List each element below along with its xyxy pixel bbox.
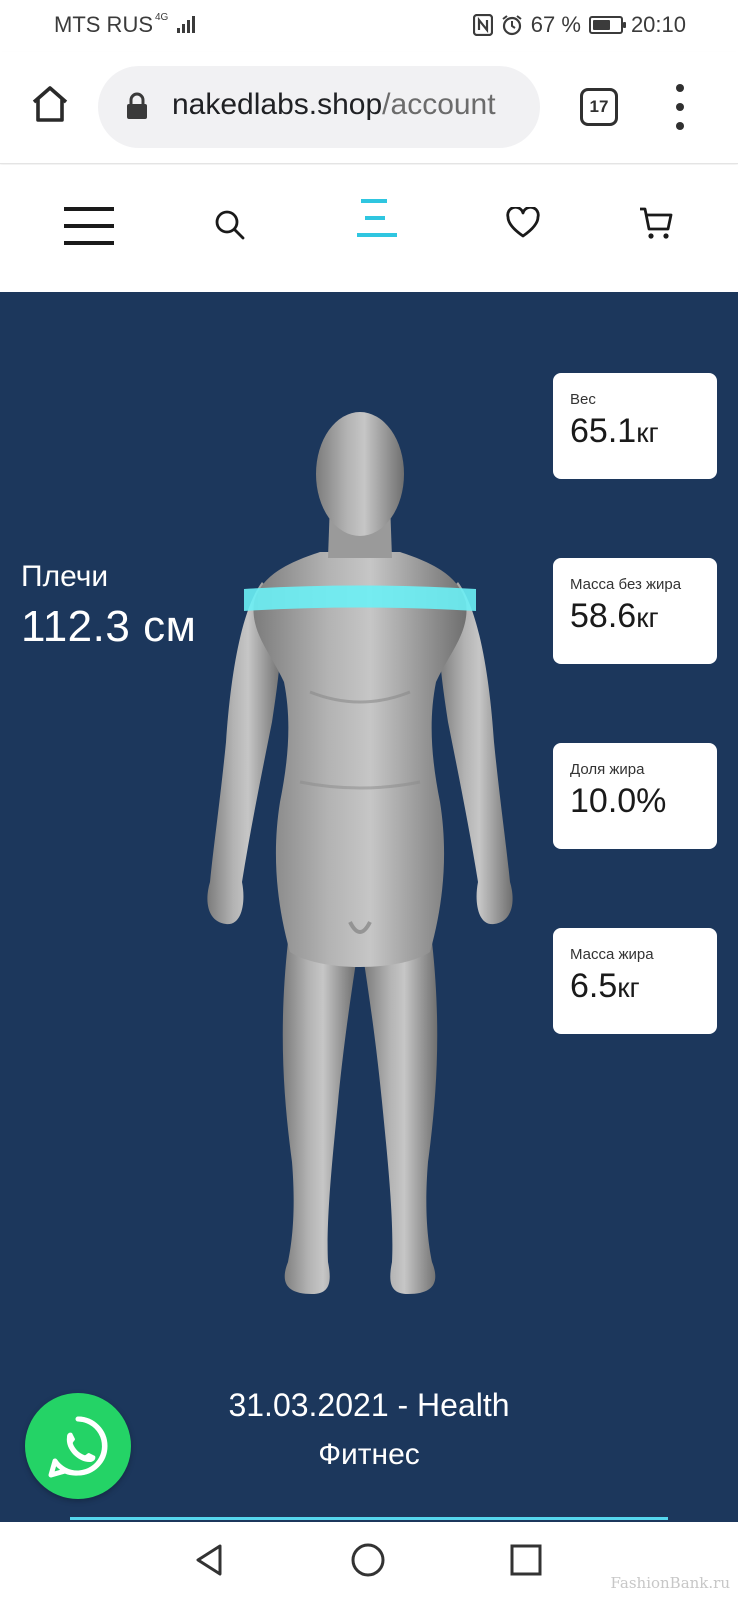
measurement-value: 112.3 см bbox=[21, 602, 197, 651]
stat-card-weight: Вес 65.1кг bbox=[553, 373, 717, 479]
tab-switcher-icon[interactable]: 17 bbox=[580, 88, 618, 126]
battery-fill bbox=[592, 20, 611, 30]
network-type: 4G bbox=[155, 12, 169, 23]
url-text: nakedlabs.shop/account bbox=[172, 88, 522, 122]
measurement-label: Плечи bbox=[21, 560, 109, 593]
lock-icon bbox=[127, 92, 147, 119]
stat-number: 10.0% bbox=[570, 782, 667, 820]
search-icon[interactable] bbox=[214, 209, 246, 241]
clock: 20:10 bbox=[630, 12, 686, 37]
stat-number: 65.1 bbox=[570, 412, 637, 450]
stat-value: 10.0% bbox=[570, 782, 717, 821]
back-icon[interactable] bbox=[190, 1540, 230, 1580]
stat-card-lean-mass: Масса без жира 58.6кг bbox=[553, 558, 717, 664]
wishlist-heart-icon[interactable] bbox=[506, 207, 540, 239]
address-bar[interactable]: nakedlabs.shop/account bbox=[98, 66, 540, 148]
hamburger-menu-icon[interactable] bbox=[64, 205, 116, 247]
stat-card-fat-mass: Масса жира 6.5кг bbox=[553, 928, 717, 1034]
battery-icon bbox=[588, 16, 626, 34]
browser-toolbar: nakedlabs.shop/account 17 bbox=[0, 52, 738, 164]
overflow-menu-icon[interactable] bbox=[668, 84, 692, 130]
accent-divider bbox=[70, 1517, 668, 1520]
recents-icon[interactable] bbox=[506, 1540, 546, 1580]
nfc-icon bbox=[472, 14, 493, 36]
stat-label: Масса без жира bbox=[570, 576, 682, 593]
url-path: /account bbox=[382, 88, 496, 121]
stat-unit: кг bbox=[617, 972, 640, 1003]
home-icon[interactable] bbox=[26, 80, 74, 128]
cart-icon[interactable] bbox=[638, 205, 674, 241]
body-scan-3d-model[interactable] bbox=[180, 382, 540, 1322]
whatsapp-icon bbox=[48, 1416, 108, 1478]
url-domain: nakedlabs.shop bbox=[172, 88, 383, 121]
stat-card-body-fat-percent: Доля жира 10.0% bbox=[553, 743, 717, 849]
stat-number: 58.6 bbox=[570, 597, 637, 635]
alarm-icon bbox=[502, 15, 522, 36]
home-circle-icon[interactable] bbox=[348, 1540, 388, 1580]
signal-icon bbox=[177, 16, 196, 33]
whatsapp-button[interactable] bbox=[25, 1393, 131, 1499]
status-bar: MTS RUS 4G 67 % 20:10 bbox=[0, 0, 738, 52]
watermark: FashionBank.ru bbox=[610, 1574, 731, 1592]
site-header bbox=[0, 165, 738, 292]
stat-unit: кг bbox=[636, 602, 659, 633]
tab-count: 17 bbox=[589, 97, 609, 116]
stat-number: 6.5 bbox=[570, 967, 618, 1005]
stat-value: 58.6кг bbox=[570, 597, 717, 636]
status-right: 67 % 20:10 bbox=[472, 12, 686, 38]
stat-label: Масса жира bbox=[570, 946, 654, 963]
stat-value: 6.5кг bbox=[570, 967, 717, 1006]
body-scan-panel: Плечи 112.3 см Вес 65.1кг Масса без жира… bbox=[0, 292, 738, 1522]
stat-label: Вес bbox=[570, 391, 596, 408]
carrier-name: MTS RUS bbox=[54, 12, 153, 37]
stat-unit: кг bbox=[636, 417, 659, 448]
stat-label: Доля жира bbox=[570, 761, 645, 778]
brand-logo-icon[interactable] bbox=[355, 197, 399, 239]
stat-value: 65.1кг bbox=[570, 412, 717, 451]
carrier-info: MTS RUS 4G bbox=[54, 12, 196, 38]
system-navigation-bar: FashionBank.ru bbox=[0, 1522, 738, 1600]
battery-percent: 67 % bbox=[530, 12, 581, 37]
